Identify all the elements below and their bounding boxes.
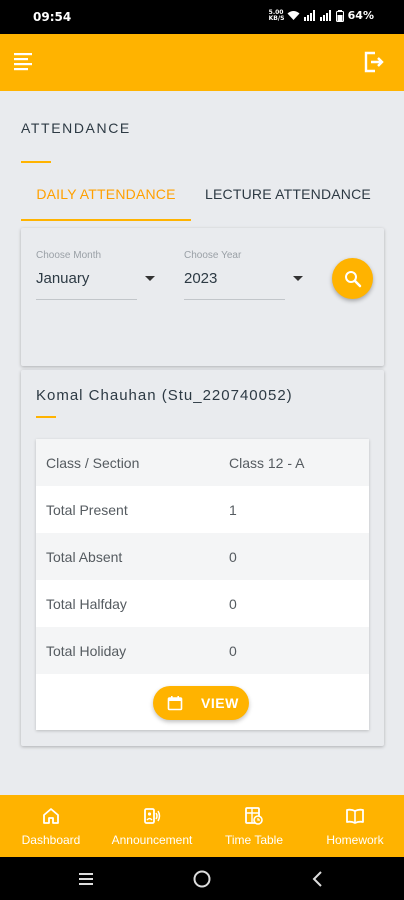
app-bar <box>0 34 404 91</box>
home-icon <box>43 808 59 824</box>
calendar-icon <box>167 696 183 711</box>
month-label: Choose Month <box>36 250 102 261</box>
nav-time-table[interactable]: Time Table <box>213 795 295 857</box>
nav-homework[interactable]: Homework <box>314 795 396 857</box>
signal-icon-2 <box>319 10 331 21</box>
table-row: Total Absent 0 <box>36 533 369 580</box>
row-label: Total Halfday <box>46 595 127 612</box>
logout-icon[interactable] <box>362 50 386 74</box>
month-dropdown-icon[interactable] <box>145 276 155 281</box>
row-label: Total Present <box>46 501 128 518</box>
year-dropdown-icon[interactable] <box>293 276 303 281</box>
year-underline <box>184 299 285 300</box>
year-label: Choose Year <box>184 250 242 261</box>
home-button-icon[interactable] <box>192 869 212 889</box>
year-select[interactable]: 2023 <box>184 270 217 287</box>
status-icons: 5.00 KB/S 64% <box>269 9 374 22</box>
student-name: Komal Chauhan (Stu_220740052) <box>36 387 293 404</box>
table-row: Class / Section Class 12 - A <box>36 439 369 486</box>
menu-icon[interactable] <box>13 51 35 73</box>
network-speed: 5.00 KB/S <box>268 8 285 22</box>
active-tab-indicator <box>21 219 191 221</box>
signal-icon <box>303 10 315 21</box>
row-value: 0 <box>229 642 237 659</box>
search-button[interactable] <box>332 258 373 299</box>
battery-level: 64% <box>347 9 374 22</box>
search-icon <box>344 270 361 287</box>
filter-card <box>21 228 384 366</box>
announcement-icon <box>144 808 161 824</box>
row-value: 0 <box>229 595 237 612</box>
nav-announcement[interactable]: Announcement <box>104 795 200 857</box>
row-value: 1 <box>229 501 237 518</box>
tab-lecture-attendance[interactable]: LECTURE ATTENDANCE <box>196 186 380 202</box>
student-name-underline <box>36 416 56 418</box>
system-nav-bar <box>0 857 404 900</box>
nav-label: Dashboard <box>21 833 81 847</box>
bottom-nav: Dashboard Announcement Time Table Homewo… <box>0 795 404 857</box>
tab-daily-attendance[interactable]: DAILY ATTENDANCE <box>21 186 191 202</box>
battery-icon <box>335 9 344 22</box>
table-row: Total Halfday 0 <box>36 580 369 627</box>
book-icon <box>346 808 364 824</box>
view-button-label: VIEW <box>201 695 239 711</box>
row-label: Class / Section <box>46 454 140 471</box>
month-underline <box>36 299 137 300</box>
nav-label: Homework <box>326 833 384 847</box>
timetable-icon <box>245 807 263 825</box>
page-title: ATTENDANCE <box>21 120 131 136</box>
row-label: Total Holiday <box>46 642 127 659</box>
month-select[interactable]: January <box>36 270 89 287</box>
status-bar: 09:54 5.00 KB/S 64% <box>0 0 404 34</box>
row-value: Class 12 - A <box>229 454 305 471</box>
nav-label: Time Table <box>224 833 284 847</box>
nav-dashboard[interactable]: Dashboard <box>10 795 92 857</box>
status-time: 09:54 <box>33 10 72 24</box>
wifi-icon <box>287 11 300 20</box>
row-value: 0 <box>229 548 237 565</box>
recent-apps-icon[interactable] <box>76 869 96 889</box>
title-underline <box>21 161 51 163</box>
nav-label: Announcement <box>111 833 193 847</box>
back-icon[interactable] <box>308 869 328 889</box>
view-button[interactable]: VIEW <box>153 686 249 720</box>
table-row: Total Holiday 0 <box>36 627 369 674</box>
table-row: Total Present 1 <box>36 486 369 533</box>
row-label: Total Absent <box>46 548 123 565</box>
